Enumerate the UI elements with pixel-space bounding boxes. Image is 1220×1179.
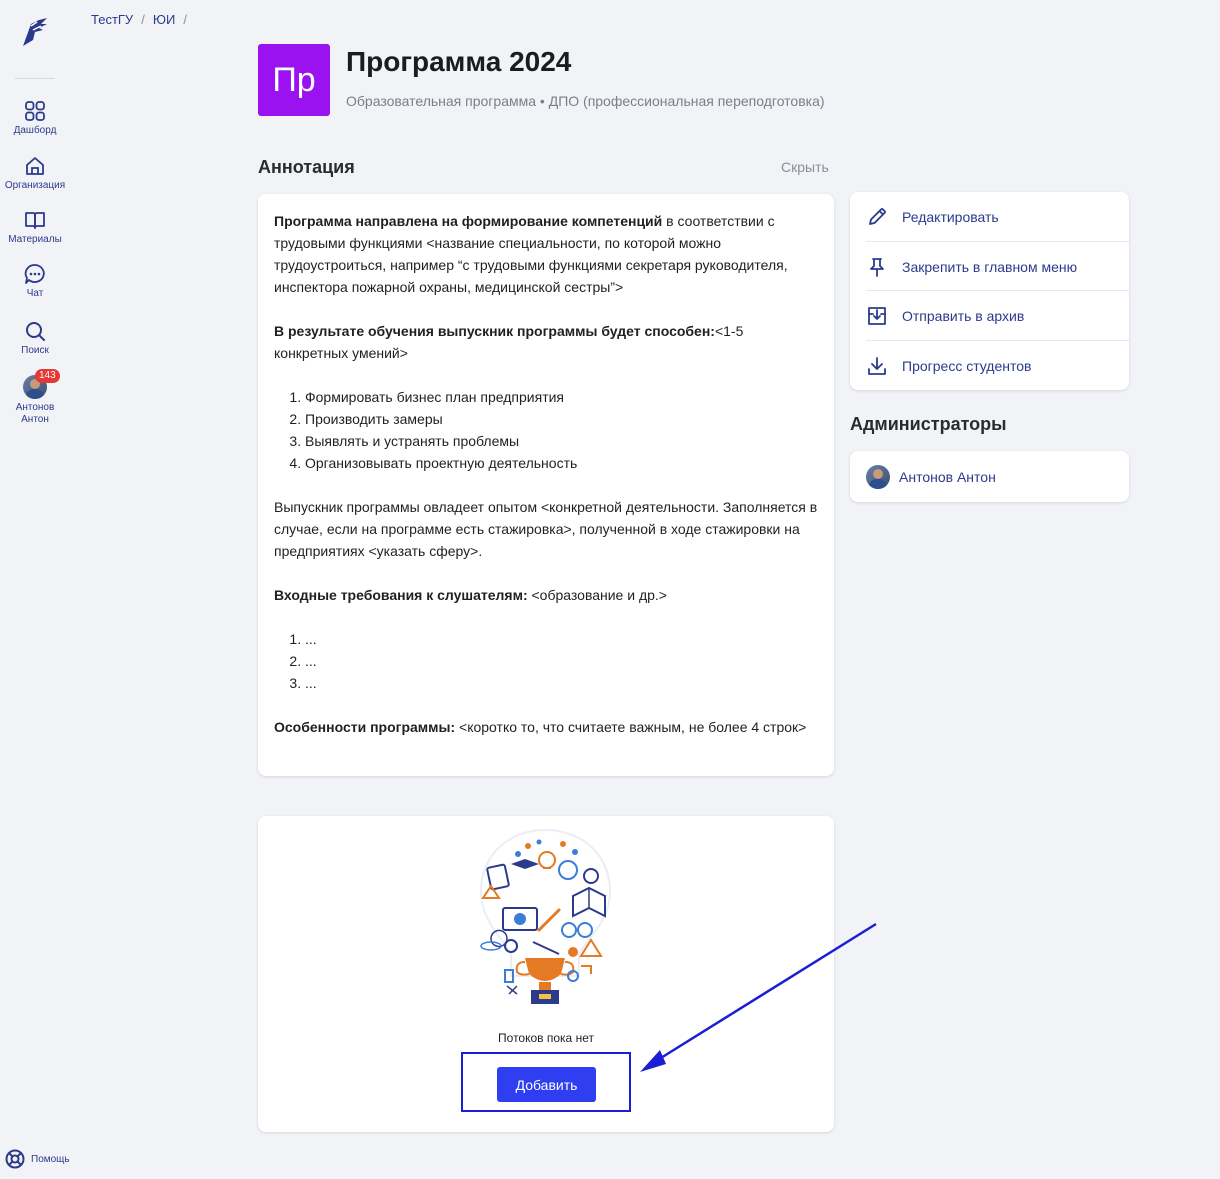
sidebar-item-chat[interactable]: Чат [0,263,70,300]
list-item: Производить замеры [305,408,819,430]
skills-list: Формировать бизнес план предприятия Прои… [274,386,819,474]
download-icon [868,356,886,375]
pencil-icon [869,207,886,225]
user-first-name: Антонов [15,402,55,413]
highlight-box [461,1052,631,1112]
logo-icon[interactable] [17,14,53,50]
annotation-paragraph: Особенности программы: <коротко то, что … [274,716,819,738]
grid-icon [25,101,45,121]
annotation-paragraph: Входные требования к слушателям: <образо… [274,584,819,606]
help-label: Помощь [31,1153,70,1165]
list-item: Формировать бизнес план предприятия [305,386,819,408]
list-item: ... [305,628,819,650]
actions-card: Редактировать Закрепить в главном меню О… [850,192,1129,390]
chat-icon [24,264,45,284]
archive-icon [868,306,886,325]
hide-annotation-button[interactable]: Скрыть [781,159,829,175]
avatar [866,465,890,489]
requirements-list: ... ... ... [274,628,819,694]
program-avatar: Пр [258,44,330,116]
sidebar-divider [15,78,55,79]
help-link[interactable]: Помощь [5,1149,70,1169]
avatar: 143 [23,369,60,399]
annotation-text: Программа направлена на формирование ком… [274,210,819,738]
annotation-paragraph: Выпускник программы овладеет опытом <кон… [274,499,818,559]
sidebar-item-label: Поиск [21,345,49,356]
pin-icon [870,257,884,277]
admins-heading: Администраторы [850,414,1007,434]
sidebar-item-label: Материалы [8,234,62,245]
admin-name: Антонов Антон [899,469,996,485]
bold-text: Особенности программы: [274,719,456,735]
paragraph-text: <коротко то, что считаете важным, не бол… [455,719,807,735]
breadcrumb-item[interactable]: ЮИ [153,12,175,27]
pin-button[interactable]: Закрепить в главном меню [866,242,1129,291]
sidebar-item-search[interactable]: Поиск [0,320,70,357]
action-label: Отправить в архив [902,307,1025,324]
action-label: Прогресс студентов [902,357,1032,374]
education-illustration [479,828,612,1004]
breadcrumb: ТестГУ / ЮИ / [91,12,195,27]
sidebar-item-organization[interactable]: Организация [0,155,70,192]
archive-button[interactable]: Отправить в архив [866,291,1129,340]
sidebar-item-dashboard[interactable]: Дашборд [0,100,70,137]
sidebar-item-materials[interactable]: Материалы [0,209,70,246]
sidebar-item-label: Дашборд [13,125,57,136]
user-last-name: Антон [21,414,49,425]
search-icon [26,322,45,341]
list-item: Выявлять и устранять проблемы [305,430,819,452]
bold-text: В результате обучения выпускник программ… [274,323,715,339]
annotation-heading: Аннотация [258,157,355,177]
sidebar-item-label: Чат [26,288,44,299]
breadcrumb-separator: / [183,12,187,27]
breadcrumb-item[interactable]: ТестГУ [91,12,133,27]
sidebar-item-label: Организация [4,180,66,191]
home-icon [26,157,44,175]
admin-item[interactable]: Антонов Антон [866,465,996,489]
action-label: Закрепить в главном меню [902,258,1078,275]
bold-text: Входные требования к слушателям: [274,587,528,603]
student-progress-button[interactable]: Прогресс студентов [866,341,1129,390]
admins-card: Антонов Антон [850,451,1129,502]
empty-streams-text: Потоков пока нет [498,1031,594,1045]
list-item: ... [305,650,819,672]
page-title: Программа 2024 [346,46,572,77]
annotation-card: Программа направлена на формирование ком… [258,194,834,776]
lifebuoy-icon [5,1149,25,1169]
sidebar: Дашборд Организация Материалы Чат Поиск [0,0,70,1179]
action-label: Редактировать [902,208,999,225]
list-item: Организовывать проектную деятельность [305,452,819,474]
breadcrumb-separator: / [141,12,145,27]
notification-badge: 143 [35,369,60,383]
bold-text: Программа направлена на формирование ком… [274,213,663,229]
edit-button[interactable]: Редактировать [866,192,1129,241]
page-subtitle: Образовательная программа • ДПО (професс… [346,93,825,109]
sidebar-item-profile[interactable]: 143 Антонов Антон [0,369,70,426]
book-icon [25,212,45,229]
list-item: ... [305,672,819,694]
annotation-paragraph: Программа направлена на формирование ком… [274,210,819,298]
annotation-paragraph: В результате обучения выпускник программ… [274,320,819,364]
paragraph-text: <образование и др.> [527,587,667,603]
